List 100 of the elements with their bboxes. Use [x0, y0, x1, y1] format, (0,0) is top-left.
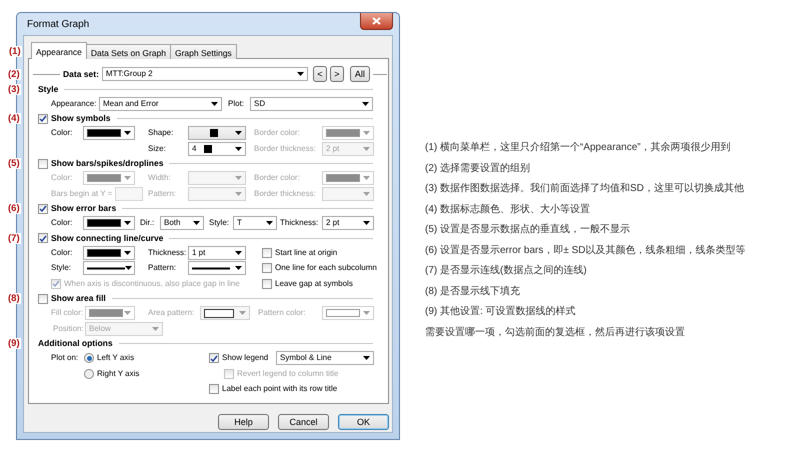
- caret-icon: [235, 192, 242, 196]
- close-button[interactable]: [360, 13, 393, 30]
- radio-button[interactable]: Right Y axis: [84, 366, 204, 381]
- dropdown[interactable]: 2 pt: [322, 216, 374, 230]
- tab[interactable]: Data Sets on Graph: [86, 44, 171, 59]
- caret-icon: [363, 131, 370, 136]
- previous-button[interactable]: <: [312, 66, 327, 82]
- checkbox[interactable]: Show connecting line/curve: [38, 231, 164, 245]
- note-text: (9) 其他设置: 可设置数据线的样式: [425, 304, 577, 319]
- dialog-button[interactable]: Help: [218, 414, 269, 430]
- note-text: (7) 是否显示连线(数据点之间的连线): [425, 264, 588, 278]
- field-label: Color:: [51, 172, 74, 184]
- dropdown[interactable]: [188, 126, 246, 140]
- checkbox[interactable]: Label each point with its row title: [209, 382, 374, 396]
- color-picker[interactable]: [83, 126, 135, 140]
- field-label: Bars begin at Y =: [51, 188, 114, 200]
- field-label: Shape:: [148, 127, 174, 140]
- note-text: (8) 是否显示线下填充: [425, 284, 521, 298]
- field-label: Size:: [148, 142, 167, 155]
- caret-icon: [363, 311, 370, 316]
- checkbox[interactable]: Leave gap at symbols: [262, 276, 374, 291]
- dropdown[interactable]: Both: [160, 216, 204, 230]
- dropdown[interactable]: 4: [188, 142, 246, 156]
- checkbox[interactable]: Show area fill: [38, 292, 106, 306]
- next-button[interactable]: >: [330, 66, 344, 82]
- check-icon: [39, 205, 47, 212]
- check-icon: [210, 354, 218, 362]
- color-picker[interactable]: [83, 246, 135, 260]
- caret-icon: [124, 250, 131, 255]
- radio-button[interactable]: Left Y axis: [84, 351, 204, 366]
- caret-icon: [125, 266, 132, 270]
- field-label: Width:: [148, 172, 172, 184]
- field-label: Fill color:: [51, 307, 84, 320]
- caret-icon: [235, 176, 242, 180]
- all-button[interactable]: All: [350, 66, 370, 82]
- note-text: (2) 选择需要设置的组别: [425, 162, 531, 176]
- note-text: (1) 横向菜单栏，这里只介绍第一个“Appearance”，其余两项很少用到: [425, 140, 732, 155]
- window-title: Format Graph: [26, 18, 90, 31]
- checkbox[interactable]: Show bars/spikes/droplines: [38, 156, 164, 170]
- square-icon: [210, 129, 218, 138]
- dropdown[interactable]: MTT:Group 2: [102, 67, 308, 81]
- square-icon: [204, 144, 212, 153]
- field-label: Color:: [51, 217, 74, 230]
- caret-icon: [211, 102, 218, 106]
- field-label: Border thickness:: [254, 188, 317, 200]
- caret-icon: [363, 176, 370, 180]
- dropdown[interactable]: T: [233, 216, 277, 230]
- check-icon: [39, 115, 47, 122]
- field-label: Pattern color:: [258, 307, 307, 320]
- caret-icon: [235, 131, 242, 136]
- caret-icon: [124, 176, 131, 180]
- field-label: Style:: [209, 217, 230, 230]
- note-text: (4) 数据标志颜色、形状、大小等设置: [425, 202, 591, 216]
- checkbox[interactable]: One line for each subcolumn: [262, 261, 374, 276]
- field-label: Pattern:: [148, 188, 178, 200]
- caret-icon: [363, 221, 370, 226]
- field-label: Plot:: [228, 98, 246, 110]
- step-marker: (6): [7, 203, 21, 214]
- step-marker: (4): [7, 113, 21, 124]
- caret-icon: [235, 266, 242, 270]
- checkbox[interactable]: Show symbols: [38, 112, 111, 126]
- caret-icon: [124, 221, 131, 226]
- color-picker[interactable]: [83, 216, 135, 230]
- caret-icon: [235, 146, 242, 151]
- tab[interactable]: Appearance: [31, 42, 87, 59]
- step-marker: (2): [7, 68, 21, 80]
- dropdown[interactable]: [188, 261, 246, 276]
- field-label: Border color:: [254, 127, 301, 140]
- rectangle-icon: [204, 308, 234, 318]
- check-icon: [39, 234, 47, 242]
- caret-icon: [152, 326, 159, 331]
- step-marker: (5): [7, 158, 21, 169]
- caret-icon: [235, 250, 242, 255]
- dropdown[interactable]: SD: [250, 96, 373, 111]
- step-marker: (1): [8, 46, 22, 57]
- field-label: Thickness:: [148, 246, 188, 259]
- field-label: Area pattern:: [148, 307, 196, 320]
- checkbox[interactable]: Start line at origin: [262, 246, 374, 260]
- dropdown[interactable]: [83, 261, 135, 276]
- checkbox[interactable]: Show error bars: [38, 202, 116, 216]
- step-marker: (3): [7, 84, 21, 94]
- dropdown[interactable]: Mean and Error: [99, 96, 222, 111]
- caret-icon: [363, 356, 370, 360]
- checkbox[interactable]: Show legend: [209, 351, 275, 366]
- caret-icon: [296, 72, 304, 76]
- step-marker: (8): [7, 293, 21, 304]
- dialog-button[interactable]: OK: [338, 414, 389, 430]
- caret-icon: [362, 102, 369, 106]
- step-marker: (9): [7, 338, 21, 349]
- field-label: Border color:: [254, 172, 301, 184]
- field-label: Border thickness:: [254, 142, 317, 155]
- dropdown[interactable]: 1 pt: [188, 246, 246, 260]
- dialog-button[interactable]: Cancel: [278, 414, 329, 430]
- note-text: (5) 设置是否显示数据点的垂直线，一般不显示: [425, 222, 631, 237]
- field-label: Dir.:: [140, 217, 156, 230]
- field-label: Plot on:: [51, 352, 80, 364]
- dropdown[interactable]: Symbol & Line: [276, 351, 374, 366]
- tab[interactable]: Graph Settings: [170, 44, 237, 59]
- field-label: Pattern:: [148, 262, 178, 274]
- close-icon: [372, 17, 381, 25]
